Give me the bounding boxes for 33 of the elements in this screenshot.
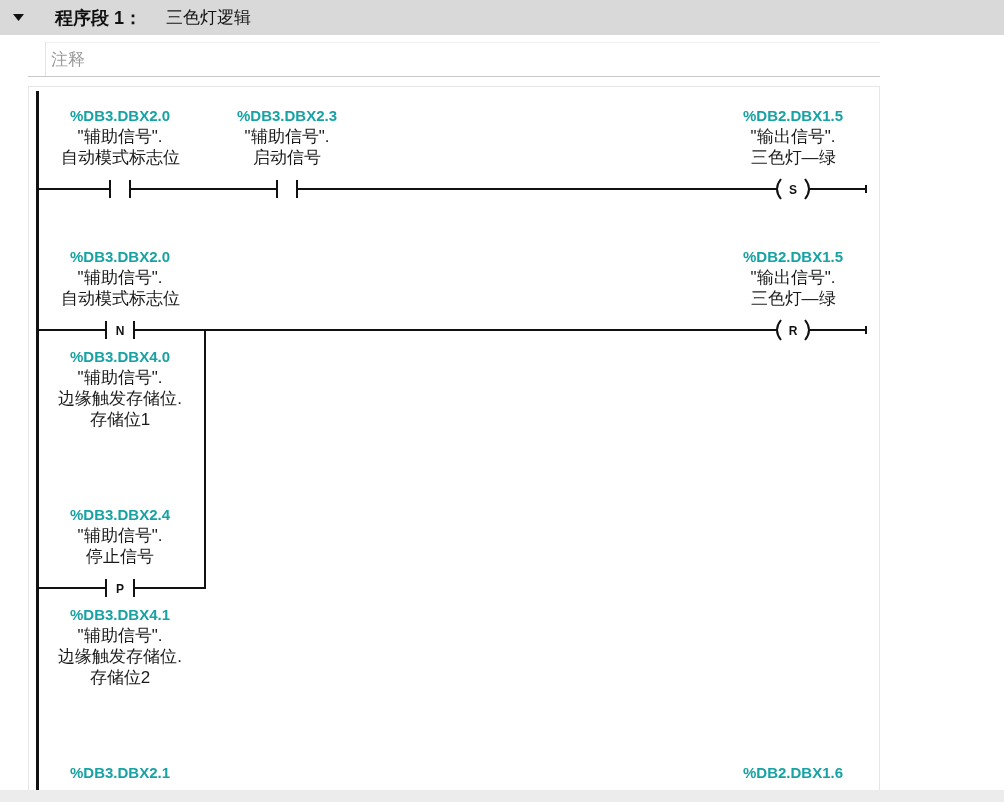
network-title: 三色灯逻辑 — [166, 7, 251, 29]
operand-name: "辅助信号". 边缘触发存储位. 存储位2 — [58, 625, 182, 688]
output-coil[interactable]: R — [776, 319, 810, 341]
operand-name: "辅助信号". 自动模式标志位 — [60, 126, 180, 168]
operand-name: "辅助信号". 启动信号 — [244, 126, 330, 168]
network-label: 程序段 1： — [55, 6, 142, 30]
normally-open-contact[interactable] — [276, 179, 298, 199]
operand-address: %DB2.DBX1.6 — [742, 763, 843, 783]
operand-name: "辅助信号". 停止信号 — [77, 525, 163, 567]
operand-name: "输出信号". 三色灯—绿 — [750, 126, 836, 168]
operand-address: %DB2.DBX1.5 — [742, 106, 843, 126]
comment-field[interactable]: 注释 — [45, 42, 880, 76]
rung-wire — [808, 184, 867, 194]
operand-address: %DB3.DBX2.4 — [69, 505, 170, 525]
output-coil[interactable]: S — [776, 178, 810, 200]
rung-wire — [38, 329, 107, 331]
operand-address: %DB2.DBX1.5 — [742, 247, 843, 267]
rung-wire — [38, 587, 107, 589]
operand-address: %DB3.DBX2.0 — [69, 106, 170, 126]
scrollbar-track[interactable] — [0, 790, 1004, 802]
edge-contact[interactable]: N — [105, 320, 135, 340]
operand-name: "辅助信号". 自动模式标志位 — [60, 267, 180, 309]
caret-down-icon[interactable] — [13, 14, 24, 21]
rung-wire — [808, 325, 867, 335]
operand-address: %DB3.DBX2.1 — [69, 763, 170, 783]
operand-address: %DB3.DBX2.0 — [69, 247, 170, 267]
operand-name: "辅助信号". 边缘触发存储位. 存储位1 — [58, 367, 182, 430]
operand-name: "输出信号". 三色灯—绿 — [750, 267, 836, 309]
operand-address: %DB3.DBX4.0 — [69, 347, 170, 367]
operand-address: %DB3.DBX2.3 — [236, 106, 337, 126]
operand-address: %DB3.DBX4.1 — [69, 605, 170, 625]
edge-contact[interactable]: P — [105, 578, 135, 598]
normally-open-contact[interactable] — [109, 179, 131, 199]
